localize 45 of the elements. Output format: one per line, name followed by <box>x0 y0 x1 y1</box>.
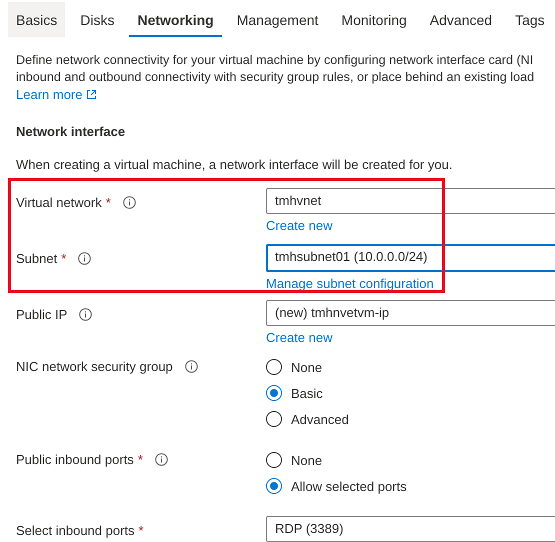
field-label: NIC network security group <box>16 359 173 374</box>
dropdown-field[interactable]: RDP (3389) <box>266 516 555 542</box>
radio-label: Allow selected ports <box>291 478 407 494</box>
tab[interactable]: Networking <box>129 2 222 37</box>
info-icon[interactable] <box>78 252 92 265</box>
tab[interactable]: Advanced <box>422 2 500 37</box>
external-link-icon <box>86 89 98 100</box>
radio-label: Basic <box>291 386 323 400</box>
required-asterisk: * <box>138 452 143 467</box>
field-label: Select inbound ports <box>16 523 135 538</box>
field-link[interactable]: Create new <box>266 330 332 345</box>
description-text: Define network connectivity for your virtual machine by configuring network interface card (NI <box>16 52 534 69</box>
section-title: Network interface <box>15 123 126 139</box>
field-label: Subnet <box>16 251 58 266</box>
radio-button[interactable] <box>266 411 282 427</box>
radio-button[interactable] <box>266 359 282 375</box>
field-link[interactable]: Create new <box>266 218 332 233</box>
info-icon[interactable] <box>154 453 168 466</box>
tab[interactable]: Management <box>228 2 326 37</box>
field-label: Public IP <box>16 307 68 322</box>
radio-button[interactable] <box>266 452 282 468</box>
required-asterisk: * <box>106 195 111 210</box>
radio-label: None <box>291 360 322 374</box>
learn-more-link[interactable]: Learn more <box>16 86 98 103</box>
section-note: When creating a virtual machine, a network interface will be created for you. <box>15 156 454 172</box>
tab[interactable]: Tags <box>507 2 553 37</box>
radio-button[interactable] <box>266 478 282 494</box>
required-asterisk: * <box>138 523 144 538</box>
required-asterisk: * <box>61 251 66 266</box>
info-icon[interactable] <box>79 308 92 321</box>
dropdown-field[interactable]: tmhvnet <box>266 188 555 214</box>
info-icon[interactable] <box>122 196 136 209</box>
radio-label: None <box>291 452 322 468</box>
field-link[interactable]: Manage subnet configuration <box>266 276 434 291</box>
info-icon[interactable] <box>184 360 198 373</box>
description-text: inbound and outbound connectivity with security group rules, or place behind an existing load <box>16 69 536 86</box>
radio-label: Advanced <box>291 412 349 426</box>
dropdown-field[interactable]: (new) tmhnvetvm-ip <box>266 300 555 326</box>
field-label: Virtual network <box>16 195 102 210</box>
radio-button[interactable] <box>266 385 282 401</box>
dropdown-field[interactable]: tmhsubnet01 (10.0.0.0/24) <box>266 244 555 272</box>
tab[interactable]: Monitoring <box>333 2 415 37</box>
tab[interactable]: Basics <box>8 2 66 37</box>
field-label: Public inbound ports <box>16 452 134 467</box>
tab[interactable]: Disks <box>72 2 122 37</box>
